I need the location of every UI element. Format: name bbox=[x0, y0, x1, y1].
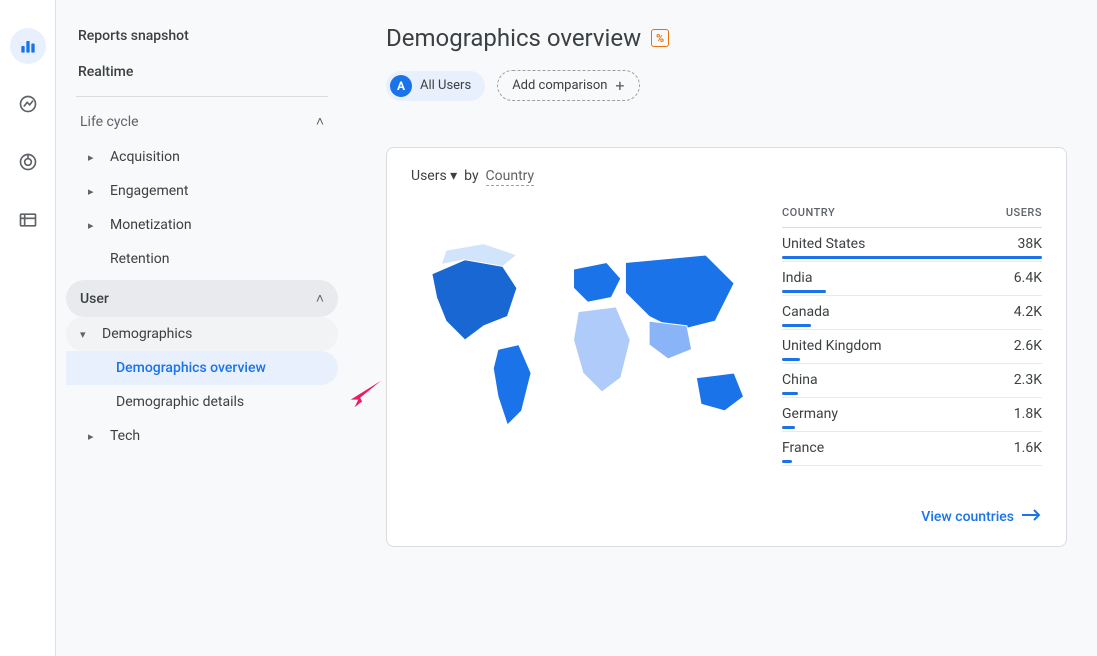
table-row[interactable]: France 1.6K bbox=[782, 432, 1042, 466]
metric-selector[interactable]: Users ▾ bbox=[411, 168, 457, 184]
main-content: Demographics overview % A All Users Add … bbox=[356, 0, 1097, 656]
col-country: COUNTRY bbox=[782, 206, 835, 219]
pointer-annotation-icon bbox=[345, 378, 383, 408]
country-name: China bbox=[782, 372, 818, 388]
add-comparison-button[interactable]: Add comparison + bbox=[497, 70, 639, 101]
nav-demographics-overview[interactable]: Demographics overview bbox=[66, 351, 338, 385]
country-name: Germany bbox=[782, 406, 838, 422]
nav-realtime[interactable]: Realtime bbox=[66, 54, 338, 90]
caret-right-icon: ▸ bbox=[88, 151, 104, 164]
table-row[interactable]: Canada 4.2K bbox=[782, 296, 1042, 330]
section-lifecycle[interactable]: Life cycle ˄ bbox=[66, 103, 338, 140]
rail-explore-icon[interactable] bbox=[10, 86, 46, 122]
comparison-row: A All Users Add comparison + bbox=[386, 70, 1067, 101]
users-by-country-card: Users ▾ by Country bbox=[386, 147, 1067, 547]
user-count: 2.6K bbox=[1014, 338, 1042, 354]
divider bbox=[76, 96, 328, 97]
country-name: France bbox=[782, 440, 824, 456]
report-nav-sidebar: Reports snapshot Realtime Life cycle ˄ ▸… bbox=[56, 0, 356, 656]
rail-reports-icon[interactable] bbox=[10, 28, 46, 64]
caret-right-icon: ▸ bbox=[88, 219, 104, 232]
country-name: United States bbox=[782, 236, 865, 252]
user-count: 1.8K bbox=[1014, 406, 1042, 422]
rail-advertising-icon[interactable] bbox=[10, 144, 46, 180]
dimension-selector[interactable]: Country bbox=[486, 168, 535, 186]
nav-retention[interactable]: ▸Retention bbox=[66, 242, 338, 276]
segment-all-users[interactable]: A All Users bbox=[386, 71, 485, 101]
chevron-up-icon: ˄ bbox=[316, 290, 324, 307]
page-title: Demographics overview % bbox=[386, 24, 1067, 52]
icon-rail bbox=[0, 0, 56, 656]
card-title: Users ▾ by Country bbox=[411, 168, 1042, 184]
customize-report-icon[interactable]: % bbox=[651, 29, 669, 47]
user-count: 2.3K bbox=[1014, 372, 1042, 388]
table-row[interactable]: China 2.3K bbox=[782, 364, 1042, 398]
nav-monetization[interactable]: ▸Monetization bbox=[66, 208, 338, 242]
country-name: Canada bbox=[782, 304, 830, 320]
country-name: India bbox=[782, 270, 812, 286]
caret-right-icon: ▸ bbox=[88, 185, 104, 198]
country-name: United Kingdom bbox=[782, 338, 882, 354]
arrow-right-icon bbox=[1022, 508, 1042, 526]
view-countries-link[interactable]: View countries bbox=[921, 508, 1042, 526]
section-user[interactable]: User ˄ bbox=[66, 280, 338, 317]
nav-demographic-details[interactable]: Demographic details bbox=[66, 385, 338, 419]
table-row[interactable]: United States 38K bbox=[782, 228, 1042, 262]
user-count: 6.4K bbox=[1014, 270, 1042, 286]
segment-badge-icon: A bbox=[390, 75, 412, 97]
country-table: COUNTRY USERS United States 38K India 6.4K C… bbox=[782, 200, 1042, 480]
nav-reports-snapshot[interactable]: Reports snapshot bbox=[66, 18, 338, 54]
table-row[interactable]: United Kingdom 2.6K bbox=[782, 330, 1042, 364]
nav-demographics[interactable]: ▾Demographics bbox=[66, 317, 338, 351]
table-row[interactable]: Germany 1.8K bbox=[782, 398, 1042, 432]
world-map[interactable] bbox=[411, 200, 754, 480]
nav-tech[interactable]: ▸Tech bbox=[66, 419, 338, 453]
table-row[interactable]: India 6.4K bbox=[782, 262, 1042, 296]
user-count: 4.2K bbox=[1014, 304, 1042, 320]
caret-down-icon: ▾ bbox=[80, 328, 96, 341]
nav-engagement[interactable]: ▸Engagement bbox=[66, 174, 338, 208]
section-user-label: User bbox=[80, 291, 109, 307]
caret-right-icon: ▸ bbox=[88, 430, 104, 443]
nav-acquisition[interactable]: ▸Acquisition bbox=[66, 140, 338, 174]
plus-icon: + bbox=[615, 76, 624, 95]
section-lifecycle-label: Life cycle bbox=[80, 114, 139, 130]
rail-configure-icon[interactable] bbox=[10, 202, 46, 238]
user-count: 38K bbox=[1017, 236, 1042, 252]
user-count: 1.6K bbox=[1014, 440, 1042, 456]
chevron-up-icon: ˄ bbox=[316, 113, 324, 130]
col-users: USERS bbox=[1006, 206, 1042, 219]
